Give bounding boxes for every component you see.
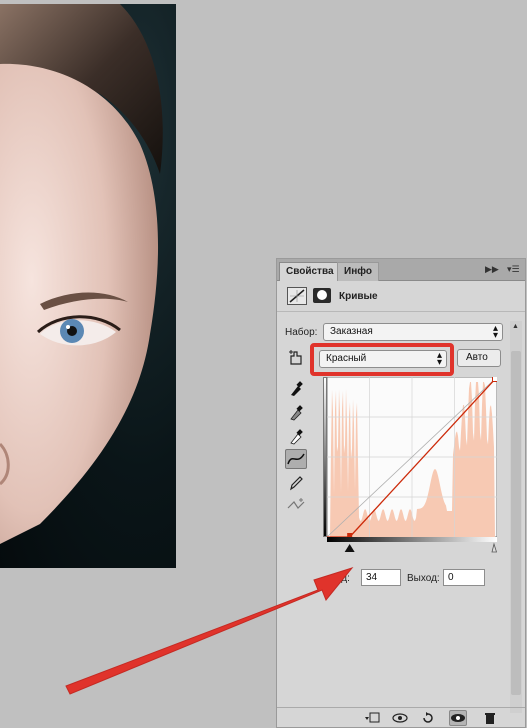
- scroll-thumb[interactable]: [511, 351, 521, 695]
- preset-select[interactable]: Заказная ▴ ▾: [323, 323, 503, 341]
- curves-graph[interactable]: [327, 377, 497, 553]
- channel-highlight-box: [310, 343, 454, 376]
- collapse-icon[interactable]: ▶▶: [485, 264, 499, 275]
- output-label: Выход:: [407, 573, 440, 584]
- pencil-icon[interactable]: [285, 473, 307, 493]
- on-image-adjust-icon[interactable]: [285, 347, 307, 367]
- layer-mask-icon[interactable]: [313, 288, 331, 303]
- preset-value: Заказная: [330, 326, 373, 337]
- adjustment-header: Кривые: [277, 282, 525, 312]
- panel-bottom-bar: [277, 707, 525, 727]
- select-arrows-icon: ▴ ▾: [492, 323, 498, 341]
- black-eyedropper-icon[interactable]: [285, 379, 307, 399]
- preset-label: Набор:: [285, 327, 318, 338]
- black-input-slider[interactable]: [344, 544, 355, 552]
- trash-icon[interactable]: [481, 710, 499, 726]
- previous-state-icon[interactable]: [391, 710, 409, 726]
- panel-menu-icon[interactable]: ▾☰: [507, 264, 520, 275]
- white-input-slider[interactable]: [491, 542, 497, 553]
- curves-adjustment-icon[interactable]: [287, 287, 307, 305]
- panel-scrollbar[interactable]: ▲: [510, 321, 522, 713]
- tab-info[interactable]: Инфо: [337, 262, 379, 281]
- white-eyedropper-icon[interactable]: [285, 427, 307, 447]
- smooth-icon[interactable]: [285, 495, 307, 515]
- clip-to-layer-icon[interactable]: [363, 710, 381, 726]
- output-field[interactable]: 0: [443, 569, 485, 586]
- output-gradient-bar: [323, 377, 327, 537]
- scroll-up-icon[interactable]: ▲: [512, 323, 519, 330]
- panel-tab-bar: Свойства Инфо ▶▶ ▾☰: [277, 259, 525, 281]
- input-field[interactable]: 34: [361, 569, 401, 586]
- reset-icon[interactable]: [419, 710, 437, 726]
- properties-panel: Свойства Инфо ▶▶ ▾☰ Кривые Набор: Заказн…: [276, 258, 526, 728]
- panel-title: Кривые: [339, 291, 378, 302]
- visibility-icon[interactable]: [449, 710, 467, 726]
- curve-points-icon[interactable]: [285, 449, 307, 469]
- input-gradient-bar: [327, 537, 497, 542]
- white-point-handle[interactable]: [492, 377, 498, 382]
- input-label: ход:: [331, 573, 350, 584]
- portrait-photo: [0, 4, 176, 568]
- auto-button[interactable]: Авто: [457, 349, 501, 367]
- gray-eyedropper-icon[interactable]: [285, 403, 307, 423]
- tab-properties[interactable]: Свойства: [279, 262, 341, 281]
